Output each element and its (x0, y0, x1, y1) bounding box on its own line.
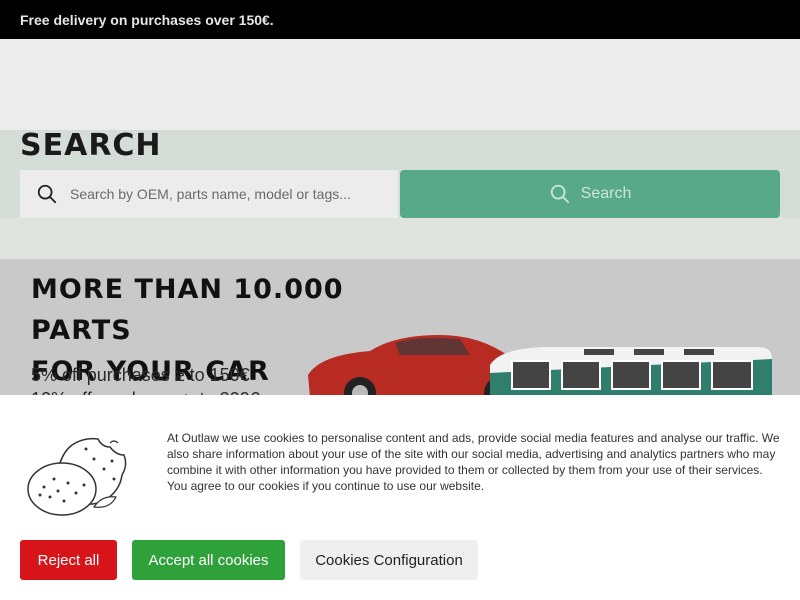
search-icon (37, 184, 57, 204)
cookies-configuration-button[interactable]: Cookies Configuration (300, 540, 478, 580)
header-area (0, 39, 800, 130)
search-input[interactable] (70, 186, 370, 202)
search-box[interactable] (20, 170, 398, 218)
cookie-text: At Outlaw we use cookies to personalise … (167, 431, 780, 493)
hero-offer-1: 5% off purchases ≥ to 150€ (31, 365, 250, 385)
search-button[interactable]: Search (400, 170, 780, 218)
cookie-banner: At Outlaw we use cookies to personalise … (0, 395, 800, 600)
cookie-icon (27, 437, 127, 516)
search-button-label: Search (580, 185, 632, 202)
promo-bar: Free delivery on purchases over 150€. (0, 0, 800, 39)
search-title: SEARCH (20, 128, 162, 163)
accept-all-cookies-button[interactable]: Accept all cookies (132, 540, 285, 580)
spacer (0, 218, 800, 259)
hero-banner: MORE THAN 10.000 PARTS FOR YOUR CAR 5% o… (0, 259, 800, 399)
promo-text: Free delivery on purchases over 150€. (20, 12, 274, 28)
reject-all-button[interactable]: Reject all (20, 540, 117, 580)
search-icon (550, 184, 569, 204)
cars-image (308, 335, 772, 399)
